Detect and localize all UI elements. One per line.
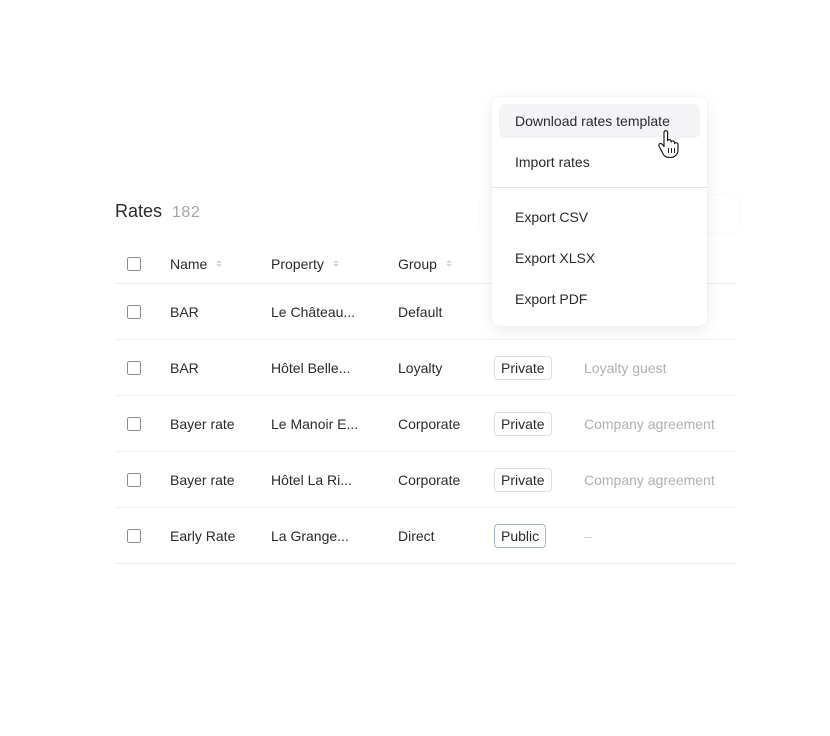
rate-property: Le Château... [271, 304, 356, 320]
sort-icon[interactable] [332, 260, 339, 267]
select-all-checkbox[interactable] [127, 256, 141, 271]
rate-property: Hôtel Belle... [271, 360, 351, 376]
rate-description: Loyalty guest [584, 360, 667, 376]
sort-icon[interactable] [216, 260, 223, 267]
table-row[interactable]: Bayer rate Le Manoir E... Corporate Priv… [115, 396, 735, 452]
rate-group: Corporate [398, 416, 461, 432]
table-row[interactable]: BAR Hôtel Belle... Loyalty Private Loyal… [115, 340, 735, 396]
rate-group: Corporate [398, 472, 461, 488]
rate-name: BAR [170, 304, 199, 320]
page-title: Rates [115, 201, 163, 221]
table-row[interactable]: Bayer rate Hôtel La Ri... Corporate Priv… [115, 452, 735, 508]
row-checkbox[interactable] [127, 473, 141, 487]
rate-description: – [584, 528, 592, 544]
page-header: Rates 182 [115, 201, 200, 222]
visibility-badge: Public [494, 524, 547, 548]
visibility-badge: Private [494, 356, 552, 380]
row-checkbox[interactable] [127, 529, 141, 543]
column-header-group[interactable]: Group [398, 256, 494, 272]
rate-property: Hôtel La Ri... [271, 472, 352, 488]
rate-description: Company agreement [584, 416, 715, 432]
hand-pointer-cursor-icon [658, 130, 679, 158]
rate-property: La Grange... [271, 528, 349, 544]
menu-item-export-csv[interactable]: Export CSV [499, 200, 700, 234]
menu-item-export-xlsx[interactable]: Export XLSX [499, 241, 700, 275]
row-checkbox[interactable] [127, 417, 141, 431]
visibility-badge: Private [494, 468, 552, 492]
rate-name: BAR [170, 360, 199, 376]
rate-description: Company agreement [584, 472, 715, 488]
rate-name: Bayer rate [170, 472, 235, 488]
menu-item-export-pdf[interactable]: Export PDF [499, 282, 700, 316]
sort-icon[interactable] [445, 260, 452, 267]
visibility-badge: Private [494, 412, 552, 436]
column-header-property[interactable]: Property [271, 256, 398, 272]
table-row[interactable]: Early Rate La Grange... Direct Public – [115, 508, 735, 564]
rate-group: Loyalty [398, 360, 443, 376]
rate-group: Direct [398, 528, 435, 544]
rate-property: Le Manoir E... [271, 416, 359, 432]
rate-group: Default [398, 304, 443, 320]
rate-name: Bayer rate [170, 416, 235, 432]
row-checkbox[interactable] [127, 305, 141, 319]
rates-count: 182 [172, 204, 201, 221]
column-header-name[interactable]: Name [170, 256, 271, 272]
row-checkbox[interactable] [127, 361, 141, 375]
rate-name: Early Rate [170, 528, 236, 544]
menu-divider [492, 187, 707, 188]
